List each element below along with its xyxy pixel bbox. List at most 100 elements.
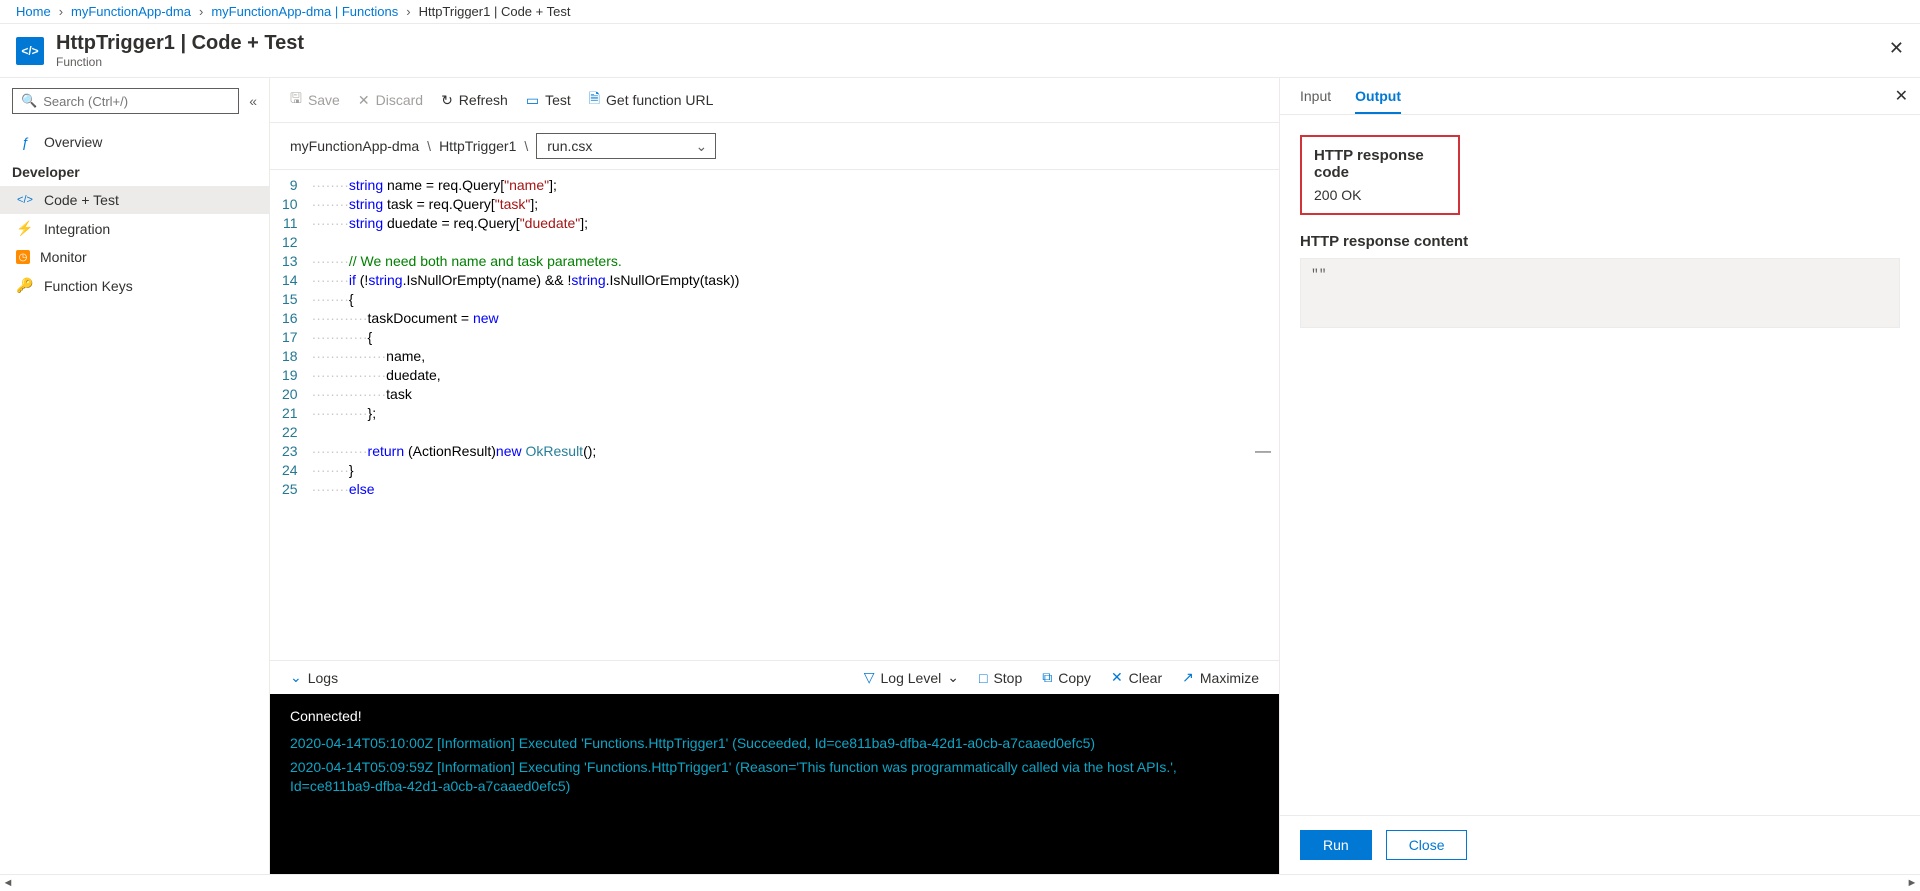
response-content-label: HTTP response content [1300, 233, 1900, 250]
close-icon[interactable]: ✕ [1889, 38, 1904, 59]
discard-button[interactable]: ✕ Discard [358, 92, 423, 109]
path-sep: \ [427, 138, 431, 154]
center-pane: 🖫 Save ✕ Discard ↻ Refresh ▭ Test 🗎 [270, 78, 1280, 874]
run-button[interactable]: Run [1300, 830, 1372, 860]
stop-icon: □ [979, 670, 987, 686]
save-button[interactable]: 🖫 Save [290, 88, 340, 112]
url-icon: 🗎 [589, 88, 600, 112]
code-area[interactable]: ········string name = req.Query["name"];… [308, 170, 740, 660]
response-content-box: "" [1300, 258, 1900, 328]
breadcrumb-current: HttpTrigger1 | Code + Test [419, 4, 571, 19]
sidebar-item-monitor[interactable]: ◷ Monitor [12, 243, 257, 271]
refresh-button[interactable]: ↻ Refresh [441, 92, 508, 109]
test-button[interactable]: ▭ Test [526, 92, 571, 109]
clear-icon: ✕ [1111, 669, 1123, 686]
response-code-label: HTTP response code [1314, 147, 1446, 181]
refresh-icon: ↻ [441, 92, 453, 109]
monitor-icon: ◷ [16, 250, 30, 264]
fold-icon[interactable]: — [1255, 442, 1271, 461]
path-app: myFunctionApp-dma [290, 138, 419, 154]
get-function-url-button[interactable]: 🗎 Get function URL [589, 88, 714, 112]
stop-button[interactable]: □ Stop [979, 670, 1022, 686]
logs-toggle-button[interactable]: ⌄ Logs [290, 669, 338, 686]
path-sep: \ [524, 138, 528, 154]
key-icon: 🔑 [16, 277, 34, 294]
maximize-icon: ↗ [1182, 669, 1194, 686]
editor-toolbar: 🖫 Save ✕ Discard ↻ Refresh ▭ Test 🗎 [270, 78, 1279, 123]
clear-button[interactable]: ✕ Clear [1111, 669, 1162, 686]
page-header: </> HttpTrigger1 | Code + Test Function … [0, 24, 1920, 78]
breadcrumb-functions[interactable]: myFunctionApp-dma | Functions [211, 4, 398, 19]
log-level-button[interactable]: ▽ Log Level ⌄ [864, 669, 959, 686]
panel-tabs: Input Output [1280, 78, 1920, 115]
save-label: Save [308, 92, 340, 108]
page-subtitle: Function [56, 55, 304, 69]
page-title: HttpTrigger1 | Code + Test [56, 32, 304, 55]
maximize-button[interactable]: ↗ Maximize [1182, 669, 1259, 686]
refresh-label: Refresh [459, 92, 508, 108]
get-url-label: Get function URL [606, 92, 713, 108]
console-connected: Connected! [290, 708, 1259, 724]
function-icon: </> [16, 37, 44, 65]
file-select-dropdown[interactable]: run.csx [536, 133, 716, 159]
tab-input[interactable]: Input [1300, 88, 1331, 114]
discard-icon: ✕ [358, 92, 370, 109]
breadcrumb-app[interactable]: myFunctionApp-dma [71, 4, 191, 19]
search-input[interactable]: 🔍 [12, 88, 239, 114]
function-fx-icon: ƒ [16, 134, 34, 150]
collapse-sidebar-icon[interactable]: « [249, 93, 257, 109]
sidebar-item-label: Monitor [40, 249, 87, 265]
code-editor[interactable]: 910111213141516171819202122232425 ······… [270, 170, 1279, 660]
sidebar-item-label: Overview [44, 134, 102, 150]
close-panel-icon[interactable]: ✕ [1895, 86, 1908, 106]
chevron-right-icon: › [406, 4, 410, 19]
sidebar-item-code-test[interactable]: </> Code + Test [0, 186, 269, 214]
sidebar-section-developer: Developer [12, 164, 257, 180]
breadcrumb-home[interactable]: Home [16, 4, 51, 19]
tab-output[interactable]: Output [1355, 88, 1401, 114]
scroll-left-icon[interactable]: ◄ [0, 875, 16, 891]
http-response-code-box: HTTP response code 200 OK [1300, 135, 1460, 215]
save-icon: 🖫 [290, 88, 302, 112]
copy-label: Copy [1058, 670, 1091, 686]
chevron-right-icon: › [199, 4, 203, 19]
path-fn: HttpTrigger1 [439, 138, 516, 154]
lightning-icon: ⚡ [16, 220, 34, 237]
test-run-panel: ✕ Input Output HTTP response code 200 OK… [1280, 78, 1920, 874]
stop-label: Stop [993, 670, 1022, 686]
test-icon: ▭ [526, 92, 539, 109]
sidebar-item-label: Code + Test [44, 192, 119, 208]
chevron-down-icon: ⌄ [290, 669, 302, 686]
panel-footer: Run Close [1280, 815, 1920, 874]
response-code-value: 200 OK [1314, 187, 1446, 203]
chevron-right-icon: › [59, 4, 63, 19]
filter-icon: ▽ [864, 669, 875, 686]
clear-label: Clear [1129, 670, 1162, 686]
logs-label: Logs [308, 670, 338, 686]
code-icon: </> [16, 194, 34, 206]
search-field[interactable] [43, 94, 230, 109]
horizontal-scrollbar[interactable]: ◄ ► [0, 874, 1920, 890]
test-label: Test [545, 92, 571, 108]
line-gutter: 910111213141516171819202122232425 [270, 170, 308, 660]
scroll-right-icon[interactable]: ► [1904, 875, 1920, 891]
sidebar-item-label: Function Keys [44, 278, 133, 294]
maximize-label: Maximize [1200, 670, 1259, 686]
breadcrumb: Home › myFunctionApp-dma › myFunctionApp… [0, 0, 1920, 24]
file-select-value: run.csx [547, 138, 592, 154]
sidebar-item-integration[interactable]: ⚡ Integration [12, 214, 257, 243]
close-button[interactable]: Close [1386, 830, 1468, 860]
sidebar-item-label: Integration [44, 221, 110, 237]
discard-label: Discard [376, 92, 423, 108]
sidebar: 🔍 « ƒ Overview Developer </> Code + Test… [0, 78, 270, 874]
chevron-down-icon: ⌄ [947, 669, 959, 686]
sidebar-item-function-keys[interactable]: 🔑 Function Keys [12, 271, 257, 300]
log-level-label: Log Level [881, 670, 942, 686]
logs-toolbar: ⌄ Logs ▽ Log Level ⌄ □ Stop ⧉ Copy [270, 660, 1279, 694]
copy-icon: ⧉ [1042, 669, 1052, 686]
log-console: Connected! 2020-04-14T05:10:00Z [Informa… [270, 694, 1279, 874]
search-icon: 🔍 [21, 93, 37, 109]
file-path-bar: myFunctionApp-dma \ HttpTrigger1 \ run.c… [270, 123, 1279, 170]
sidebar-item-overview[interactable]: ƒ Overview [12, 128, 257, 156]
copy-button[interactable]: ⧉ Copy [1042, 669, 1091, 686]
